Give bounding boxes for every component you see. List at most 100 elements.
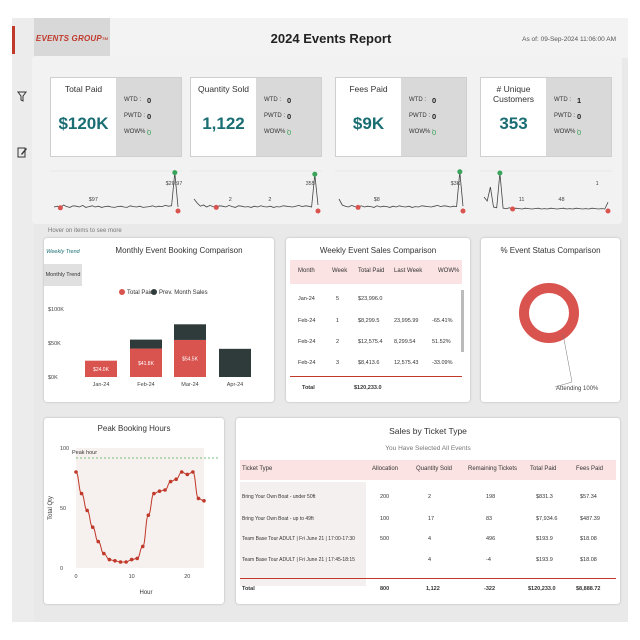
- y-tick-label: 50: [60, 506, 66, 512]
- sparkline-marker[interactable]: [312, 171, 318, 177]
- table-cell: 5: [336, 296, 340, 302]
- kpi-wtd-value: 1: [577, 96, 582, 105]
- column-header[interactable]: Ticket Type: [242, 466, 272, 472]
- bar-prev-month[interactable]: [219, 348, 251, 377]
- kpi-wow-value: 0: [287, 128, 292, 137]
- sparkline-marker[interactable]: [460, 208, 466, 214]
- data-point[interactable]: [135, 556, 140, 561]
- kpi-wow-value: 0: [147, 128, 152, 137]
- kpi-pwtd-label: PWTD :: [409, 113, 430, 119]
- data-point[interactable]: [179, 470, 184, 474]
- legend-marker-total-paid: [119, 289, 125, 295]
- table-cell: Feb-24: [298, 339, 316, 345]
- data-point[interactable]: [79, 491, 84, 496]
- legend-marker-prev-month: [151, 289, 157, 295]
- data-point[interactable]: [129, 557, 134, 562]
- y-tick-label: 100: [60, 446, 69, 452]
- x-tick-label: Jan-24: [93, 382, 110, 388]
- peak-reference-label: Peak hour: [72, 450, 97, 456]
- kpi-sparkline: 2 2 355: [190, 170, 322, 214]
- kpi-pwtd-value: 0: [147, 112, 152, 121]
- data-point[interactable]: [157, 489, 162, 493]
- data-point[interactable]: [146, 513, 151, 517]
- plot-area: [76, 448, 204, 568]
- data-point[interactable]: [118, 560, 123, 564]
- sparkline-marker[interactable]: [605, 208, 611, 214]
- data-point[interactable]: [96, 539, 101, 544]
- table-cell: 8,299.54: [394, 339, 416, 345]
- table-cell: 2: [428, 494, 432, 500]
- sparkline-label: $97: [89, 197, 98, 203]
- table-cell: $8,299.5: [358, 318, 380, 324]
- kpi-sparkline: 11 48 1: [480, 170, 612, 214]
- data-point[interactable]: [74, 470, 78, 474]
- sparkline-label: 355: [306, 181, 315, 187]
- data-point[interactable]: [107, 557, 112, 562]
- column-header[interactable]: WOW%: [438, 268, 459, 274]
- table-cell: $7,934.6: [536, 516, 558, 522]
- kpi-label: Fees Paid: [349, 84, 388, 94]
- data-point[interactable]: [113, 559, 117, 563]
- active-page-indicator: [12, 26, 15, 54]
- sparkline-marker[interactable]: [57, 205, 63, 211]
- table-cell: $487.39: [580, 516, 600, 522]
- data-point[interactable]: [85, 508, 89, 513]
- bar-prev-month[interactable]: [130, 339, 162, 349]
- sparkline-label: $20,974: [166, 181, 182, 187]
- kpi-sparkline: $8 $3K: [335, 169, 467, 214]
- edit-icon[interactable]: [17, 146, 27, 161]
- data-point[interactable]: [90, 525, 95, 529]
- table-cell: $831.3: [536, 494, 553, 500]
- peak-hours-line-chart: Peak hour 0 50 100 0 10 20 Hour Total Qty: [48, 446, 220, 596]
- x-axis-label: Hour: [139, 590, 152, 596]
- data-point[interactable]: [152, 491, 156, 496]
- data-point[interactable]: [174, 477, 178, 481]
- column-header[interactable]: Month: [298, 268, 315, 274]
- data-point[interactable]: [185, 472, 190, 477]
- sparkline-label: 2: [229, 197, 232, 203]
- ticket-sales-table: Ticket Type Allocation Quantity Sold Remain…: [236, 418, 620, 604]
- y-axis-label: Total Qty: [48, 496, 54, 520]
- column-header[interactable]: Quantity Sold: [416, 466, 452, 472]
- table-cell: 17: [428, 516, 435, 522]
- column-header[interactable]: Remaining Tickets: [468, 466, 517, 472]
- table-cell: 83: [486, 516, 493, 522]
- sparkline-marker[interactable]: [172, 170, 178, 176]
- sparkline-marker[interactable]: [315, 208, 321, 214]
- total-cell: $120,233.0: [528, 586, 556, 592]
- data-point[interactable]: [168, 479, 173, 484]
- data-point[interactable]: [102, 551, 106, 556]
- bar-prev-month[interactable]: [174, 324, 206, 340]
- brand-logo: EVENTS GROUP TM: [34, 18, 110, 58]
- sparkline-marker[interactable]: [510, 206, 516, 212]
- y-tick-label: $0K: [48, 375, 58, 381]
- data-point[interactable]: [140, 544, 145, 549]
- donut-slice-attending[interactable]: [519, 283, 579, 343]
- column-header[interactable]: Allocation: [372, 466, 398, 472]
- sparkline-marker[interactable]: [497, 170, 503, 176]
- data-point[interactable]: [202, 499, 206, 503]
- sparkline-marker[interactable]: [175, 208, 181, 214]
- weekly-sales-panel: Weekly Event Sales Comparison Month Week T…: [286, 238, 470, 402]
- table-cell: 4: [428, 557, 432, 563]
- data-point[interactable]: [124, 560, 128, 564]
- column-header[interactable]: Total Paid: [358, 268, 384, 274]
- kpi-wtd-label: WTD :: [554, 97, 571, 103]
- data-point[interactable]: [196, 496, 201, 501]
- column-header[interactable]: Last Week: [394, 268, 422, 274]
- column-header[interactable]: Fees Paid: [576, 466, 603, 472]
- data-point[interactable]: [163, 488, 167, 492]
- filter-icon[interactable]: [17, 90, 27, 105]
- sparkline-marker[interactable]: [213, 204, 219, 210]
- data-point[interactable]: [191, 470, 195, 474]
- weekly-sales-table: Month Week Total Paid Last Week WOW% Jan-24 5 $…: [286, 238, 470, 402]
- sparkline-marker[interactable]: [457, 169, 463, 175]
- bar-label: $54.5K: [182, 356, 199, 362]
- table-cell: Team Base Tour ADULT | Fri June 21 | 17:…: [242, 536, 355, 542]
- column-header[interactable]: Week: [332, 268, 347, 274]
- table-scrollbar[interactable]: [461, 290, 464, 352]
- sparkline-marker[interactable]: [355, 204, 361, 210]
- column-header[interactable]: Total Paid: [530, 466, 556, 472]
- kpi-value: 353: [499, 114, 528, 133]
- kpi-main: Total Paid $120K: [51, 78, 116, 156]
